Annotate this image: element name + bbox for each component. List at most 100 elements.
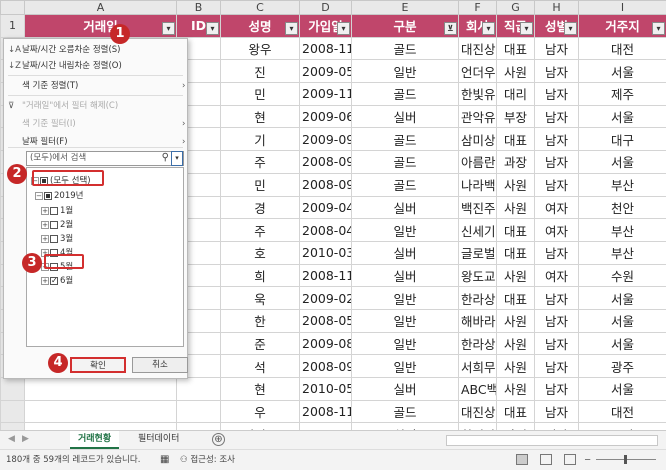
table-cell[interactable]: [176, 399, 221, 424]
table-cell[interactable]: 우: [220, 399, 300, 424]
table-cell[interactable]: 여자: [534, 263, 579, 288]
header-cell[interactable]: 가입일 ▾: [299, 14, 352, 38]
column-header[interactable]: E: [351, 0, 459, 15]
table-cell[interactable]: 현: [220, 377, 300, 401]
year-checkbox[interactable]: [44, 191, 52, 200]
table-cell[interactable]: 언더우드무역: [458, 59, 497, 84]
table-cell[interactable]: 남자: [534, 286, 579, 310]
header-cell[interactable]: 거주지 ▾: [578, 14, 666, 38]
table-cell[interactable]: 사원: [496, 308, 535, 333]
month-item[interactable]: +2월: [41, 219, 73, 231]
column-header[interactable]: F: [458, 0, 497, 15]
header-cell[interactable]: 직급 ▾: [496, 14, 535, 38]
cancel-button[interactable]: 취소: [132, 357, 188, 373]
filter-dropdown-icon[interactable]: ▾: [520, 21, 533, 35]
add-sheet-icon[interactable]: ⊕: [212, 433, 225, 446]
table-cell[interactable]: 2009-02-07: [299, 286, 352, 310]
table-cell[interactable]: 일반: [351, 286, 459, 310]
table-cell[interactable]: [24, 377, 177, 401]
header-cell[interactable]: ID ▾: [176, 14, 221, 38]
zoom-slider[interactable]: [596, 455, 656, 464]
header-cell[interactable]: 구분 ⊻: [351, 14, 459, 38]
table-cell[interactable]: 주: [220, 218, 300, 242]
column-header[interactable]: A: [24, 0, 177, 15]
filter-search-input[interactable]: (모두)에서 검색 ⚲ ▾: [26, 151, 184, 166]
table-cell[interactable]: 삼미상사: [458, 127, 497, 152]
table-cell[interactable]: 한라상사: [458, 286, 497, 310]
table-cell[interactable]: 천안: [578, 195, 666, 220]
table-cell[interactable]: 여자: [534, 218, 579, 242]
table-cell[interactable]: 2008-04-01: [299, 218, 352, 242]
table-cell[interactable]: 과장: [496, 150, 535, 174]
table-cell[interactable]: 남자: [534, 240, 579, 265]
table-cell[interactable]: 백진주백화점: [458, 195, 497, 220]
table-cell[interactable]: 서울: [578, 286, 666, 310]
table-cell[interactable]: 사원: [496, 377, 535, 401]
table-cell[interactable]: 신세기상사: [458, 218, 497, 242]
macro-record-icon[interactable]: ▦: [160, 450, 169, 470]
table-cell[interactable]: 일반: [351, 308, 459, 333]
table-cell[interactable]: 한빛유통: [458, 82, 497, 106]
table-cell[interactable]: 일반: [351, 354, 459, 378]
table-cell[interactable]: 2008-09-24: [299, 150, 352, 174]
table-cell[interactable]: 사원: [496, 354, 535, 378]
table-cell[interactable]: 2009-06-23: [299, 104, 352, 129]
header-cell[interactable]: 성별 ▾: [534, 14, 579, 38]
filter-dropdown-icon[interactable]: ▾: [564, 21, 577, 35]
table-cell[interactable]: 현: [220, 104, 300, 129]
table-cell[interactable]: 2010-03-18: [299, 240, 352, 265]
header-cell[interactable]: 거래일 ▾: [24, 14, 177, 38]
select-all-corner[interactable]: [0, 0, 25, 15]
table-cell[interactable]: 욱: [220, 286, 300, 310]
table-cell[interactable]: 2008-11-12: [299, 263, 352, 288]
table-cell[interactable]: 석: [220, 354, 300, 378]
table-cell[interactable]: 서울: [578, 59, 666, 84]
filter-active-icon[interactable]: ⊻: [444, 21, 457, 35]
table-cell[interactable]: 대표: [496, 240, 535, 265]
table-cell[interactable]: 남자: [534, 172, 579, 197]
table-cell[interactable]: 2008-11-18: [299, 36, 352, 61]
filter-dropdown-icon[interactable]: ▾: [337, 21, 350, 35]
table-cell[interactable]: 호: [220, 240, 300, 265]
table-cell[interactable]: 일반: [351, 331, 459, 356]
accessibility-status[interactable]: ⚇ 접근성: 조사: [180, 450, 235, 470]
table-cell[interactable]: 대표: [496, 399, 535, 424]
zoom-out-icon[interactable]: −: [584, 450, 591, 470]
column-header[interactable]: D: [299, 0, 352, 15]
table-cell[interactable]: 제주: [578, 82, 666, 106]
table-cell[interactable]: 나라백화점: [458, 172, 497, 197]
table-cell[interactable]: 남자: [534, 331, 579, 356]
column-header[interactable]: G: [496, 0, 535, 15]
table-cell[interactable]: 2009-04-24: [299, 195, 352, 220]
table-cell[interactable]: 남자: [534, 399, 579, 424]
table-cell[interactable]: 아름란티스통상: [458, 150, 497, 174]
table-cell[interactable]: 2009-11-29: [299, 82, 352, 106]
table-cell[interactable]: [176, 377, 221, 401]
table-cell[interactable]: 대표: [496, 218, 535, 242]
table-cell[interactable]: 2009-09-04: [299, 127, 352, 152]
expand-icon[interactable]: +: [41, 234, 49, 243]
table-cell[interactable]: 골드: [351, 399, 459, 424]
table-cell[interactable]: 여자: [534, 195, 579, 220]
table-cell[interactable]: 민: [220, 82, 300, 106]
expand-icon[interactable]: +: [41, 276, 49, 285]
row-number[interactable]: [0, 399, 25, 424]
table-cell[interactable]: 골드: [351, 172, 459, 197]
table-cell[interactable]: 해바라기백화점: [458, 308, 497, 333]
table-cell[interactable]: 2009-05-04: [299, 59, 352, 84]
table-cell[interactable]: 대전: [578, 36, 666, 61]
row-number[interactable]: [0, 377, 25, 401]
table-cell[interactable]: 왕도교역: [458, 263, 497, 288]
filter-dropdown-icon[interactable]: ▾: [285, 21, 298, 35]
sheet-tab-거래현황[interactable]: 거래현황: [70, 431, 120, 449]
prev-sheet-icon[interactable]: ◀: [8, 434, 15, 444]
table-cell[interactable]: 대표: [496, 286, 535, 310]
table-cell[interactable]: 주: [220, 150, 300, 174]
ok-button[interactable]: 확인: [70, 357, 126, 373]
month-checkbox[interactable]: [50, 206, 58, 215]
table-cell[interactable]: 사원: [496, 59, 535, 84]
table-cell[interactable]: 한: [220, 308, 300, 333]
row-number[interactable]: 1: [0, 14, 25, 38]
next-sheet-icon[interactable]: ▶: [22, 434, 29, 444]
table-cell[interactable]: 사원: [496, 331, 535, 356]
